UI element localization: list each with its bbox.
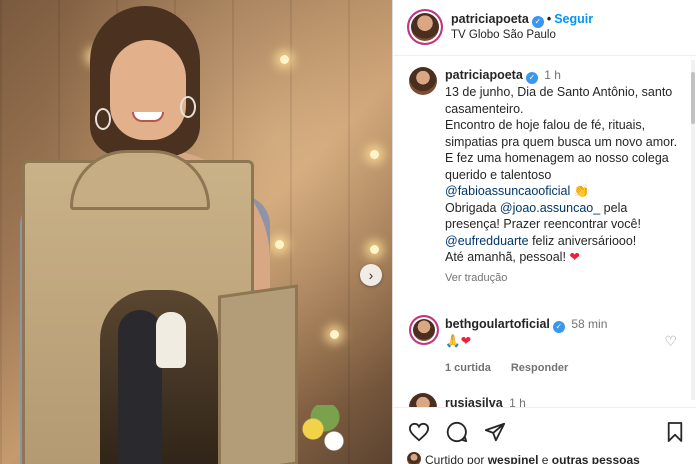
header-user-line: patriciapoeta ✓ • Seguir xyxy=(451,12,593,28)
mention-link[interactable]: @joao.assuncao_ xyxy=(500,201,600,215)
commenter-avatar[interactable] xyxy=(409,315,439,345)
liker-avatar[interactable] xyxy=(407,452,421,464)
caption-line: Obrigada @joao.assuncao_ pela presença! … xyxy=(445,200,683,233)
liked-suffix: e xyxy=(541,453,549,464)
caption-time[interactable]: 1 h xyxy=(544,68,561,82)
earring xyxy=(180,96,196,118)
comment-text: 🙏❤ xyxy=(445,334,472,348)
comment: rusiasilva 1 h xyxy=(445,396,526,407)
earring xyxy=(95,108,111,130)
heart-emoji: ❤ xyxy=(569,250,580,265)
face xyxy=(110,40,186,140)
caption-line: Até amanhã, pessoal! ❤ xyxy=(445,249,683,266)
child-statue xyxy=(156,312,186,368)
mention-link[interactable]: @eufredduarte xyxy=(445,234,529,248)
reply-button[interactable]: Responder xyxy=(511,362,568,374)
author-username[interactable]: patriciapoeta xyxy=(451,12,529,26)
mention-link[interactable]: @fabioassuncaooficial xyxy=(445,184,570,198)
commenter-avatar[interactable] xyxy=(409,393,437,407)
comment-icon[interactable] xyxy=(445,420,469,444)
caption-line: E fez uma homenagem ao nosso colega quer… xyxy=(445,151,669,182)
verified-icon: ✓ xyxy=(525,72,538,85)
light-bulb xyxy=(280,55,289,64)
light-bulb xyxy=(330,330,339,339)
caption-username[interactable]: patriciapoeta xyxy=(445,68,523,82)
liked-by-text: Curtido por wespinel e outras pessoas xyxy=(425,453,640,464)
verified-icon: ✓ xyxy=(552,320,565,333)
caption-text: Obrigada xyxy=(445,200,497,215)
see-translation-link[interactable]: Ver tradução xyxy=(445,270,683,287)
post-photo[interactable]: › xyxy=(0,0,392,464)
liked-others-link[interactable]: outras pessoas xyxy=(552,453,640,464)
caption-line: @fabioassuncaooficial 👏 xyxy=(445,183,683,200)
comment-likes[interactable]: 1 curtida xyxy=(445,362,491,374)
commenter-username[interactable]: bethgoulartoficial xyxy=(445,317,550,331)
comment-meta: 1 curtida Responder xyxy=(445,360,675,377)
comment-time[interactable]: 1 h xyxy=(509,396,526,407)
bookmark-icon[interactable] xyxy=(663,420,687,444)
author-avatar[interactable] xyxy=(407,9,443,45)
post-side-panel: patriciapoeta ✓ • Seguir TV Globo São Paulo… xyxy=(392,0,696,464)
caption-text: feliz aniversáriooo! xyxy=(532,233,637,248)
caption-avatar[interactable] xyxy=(409,67,437,95)
heart-icon[interactable] xyxy=(407,420,431,444)
caption-text: Até amanhã, pessoal! xyxy=(445,250,566,265)
post-header: patriciapoeta ✓ • Seguir TV Globo São Paulo xyxy=(393,0,696,56)
light-bulb xyxy=(275,240,284,249)
caption-line: @eufredduarte feliz aniversáriooo! xyxy=(445,233,683,250)
liked-user-link[interactable]: wespinel xyxy=(488,453,539,464)
light-bulb xyxy=(370,245,379,254)
clap-emoji: 👏 xyxy=(573,184,590,199)
light-bulb xyxy=(370,150,379,159)
caption-line: Encontro de hoje falou de fé, rituais, s… xyxy=(445,118,678,149)
location-link[interactable]: TV Globo São Paulo xyxy=(451,29,556,41)
flowers xyxy=(295,405,355,464)
comment: bethgoulartoficial ✓ 58 min 🙏❤ 1 curtida R… xyxy=(445,316,675,377)
post-caption: patriciapoeta ✓ 1 h 13 de junho, Dia de S… xyxy=(445,67,683,286)
shrine-door xyxy=(218,284,298,464)
commenter-username[interactable]: rusiasilva xyxy=(445,396,503,407)
liked-prefix: Curtido por xyxy=(425,453,485,464)
action-bar: Curtido por wespinel e outras pessoas xyxy=(393,407,696,464)
comments-area[interactable]: patriciapoeta ✓ 1 h 13 de junho, Dia de S… xyxy=(393,57,696,407)
separator-dot: • xyxy=(546,12,552,26)
share-icon[interactable] xyxy=(483,420,507,444)
next-image-button[interactable]: › xyxy=(360,264,382,286)
follow-button[interactable]: Seguir xyxy=(554,12,593,26)
comment-time[interactable]: 58 min xyxy=(571,317,607,331)
smile xyxy=(132,112,164,122)
verified-icon: ✓ xyxy=(531,15,544,28)
scrollbar-thumb[interactable] xyxy=(691,72,695,124)
caption-line: 13 de junho, Dia de Santo Antônio, santo… xyxy=(445,85,673,116)
comment-like-heart-icon[interactable]: ♡ xyxy=(664,333,677,350)
